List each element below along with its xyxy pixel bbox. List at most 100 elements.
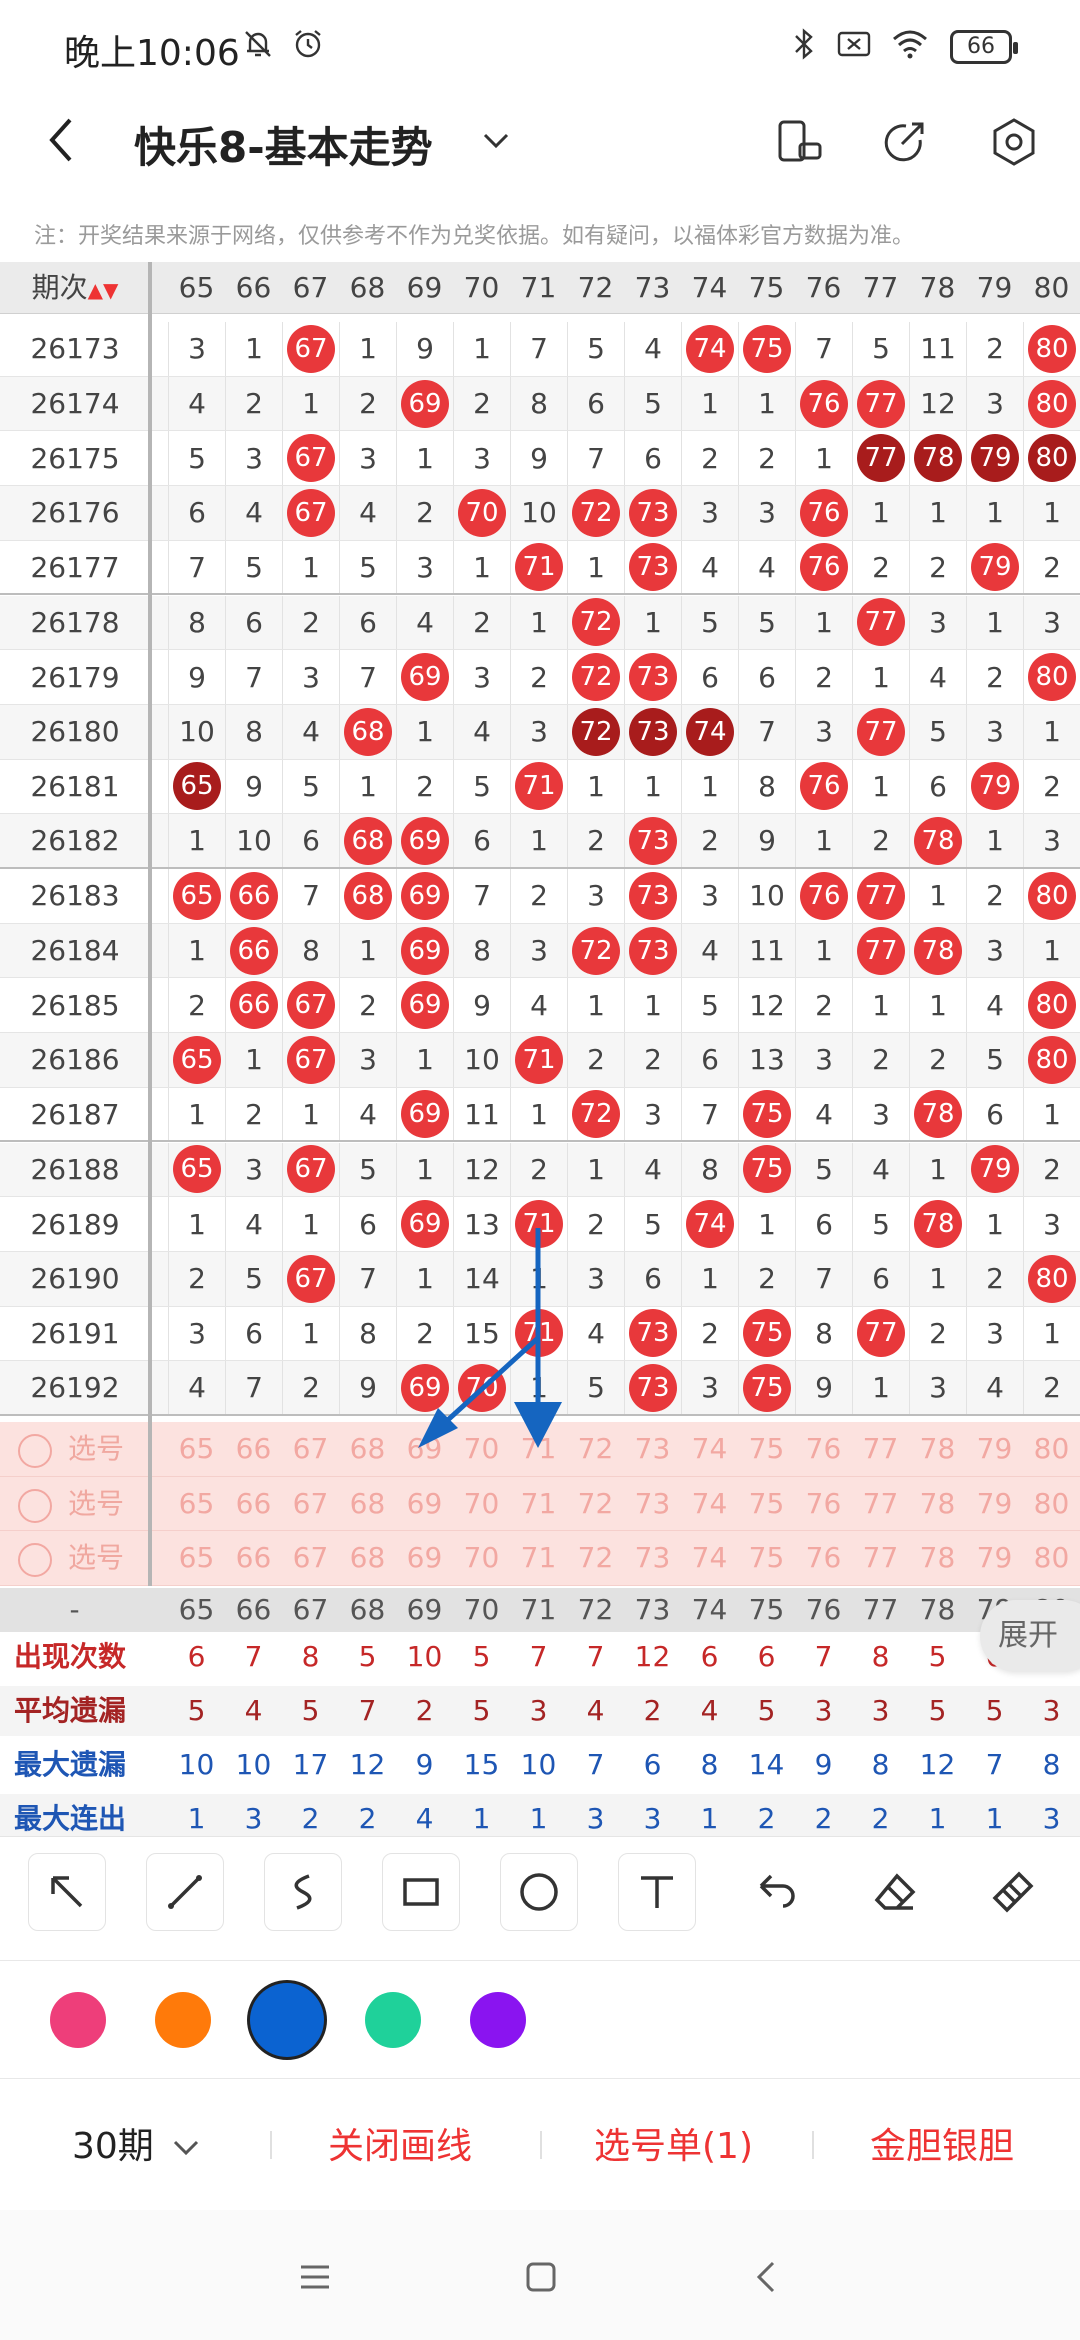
pick-number-cell[interactable]: 72 [567, 1531, 624, 1585]
pick-number-cell[interactable]: 74 [681, 1531, 738, 1585]
pick-number-cell[interactable]: 71 [510, 1422, 567, 1476]
share-button[interactable] [874, 112, 934, 172]
pick-number-cell[interactable]: 79 [966, 1477, 1023, 1531]
pick-number-cell[interactable]: 66 [225, 1531, 282, 1585]
pick-number-cell[interactable]: 68 [339, 1531, 396, 1585]
settings-button[interactable] [984, 112, 1044, 172]
miss-count-cell: 2 [396, 759, 453, 814]
home-nav-button[interactable] [516, 2252, 566, 2302]
line-tool[interactable] [146, 1853, 224, 1931]
pick-number-cell[interactable]: 71 [510, 1477, 567, 1531]
clear-tool[interactable] [974, 1853, 1052, 1931]
pick-number-cell[interactable]: 76 [795, 1531, 852, 1585]
pick-radio-button[interactable] [18, 1488, 52, 1523]
miss-count-cell: 14 [453, 1251, 510, 1306]
screen-rotate-button[interactable] [770, 112, 830, 172]
undo-icon [759, 1874, 795, 1908]
miss-count-cell: 3 [282, 650, 339, 704]
pick-number-cell[interactable]: 68 [339, 1477, 396, 1531]
pick-number-cell[interactable]: 66 [225, 1477, 282, 1531]
miss-count-cell: 2 [396, 1306, 453, 1361]
pick-number-cell[interactable]: 80 [1023, 1422, 1080, 1476]
color-swatch[interactable] [250, 1983, 324, 2057]
pick-label: 选号 [68, 1486, 125, 1520]
menu-nav-button[interactable] [290, 2252, 340, 2302]
pick-number-cell[interactable]: 73 [624, 1477, 681, 1531]
pick-list-button[interactable]: 选号单(1) [594, 2117, 753, 2169]
stats-value: 6 [700, 1640, 719, 1673]
undo-tool[interactable] [738, 1853, 816, 1931]
stats-value: 1 [529, 1802, 548, 1835]
pick-number-cell[interactable]: 79 [966, 1422, 1023, 1476]
pick-number-cell[interactable]: 74 [681, 1477, 738, 1531]
pick-number-cell[interactable]: 69 [396, 1477, 453, 1531]
color-swatch[interactable] [470, 1992, 526, 2048]
pick-number-cell[interactable]: 65 [168, 1422, 225, 1476]
circle-tool[interactable] [500, 1853, 578, 1931]
miss-count-cell: 2 [567, 1033, 624, 1087]
back-button[interactable] [40, 110, 100, 174]
pick-number-cell[interactable]: 65 [168, 1477, 225, 1531]
pick-radio-button[interactable] [18, 1543, 52, 1578]
miss-count-cell: 4 [339, 486, 396, 540]
pick-number-cell[interactable]: 73 [624, 1531, 681, 1585]
period-cell: 26188 [30, 1152, 120, 1186]
pick-radio-button[interactable] [18, 1434, 52, 1468]
pick-number-cell[interactable]: 73 [624, 1422, 681, 1476]
title-dropdown-button[interactable] [470, 114, 522, 166]
pick-number-cell[interactable]: 69 [396, 1531, 453, 1585]
pick-number-cell[interactable]: 77 [852, 1477, 909, 1531]
expand-button[interactable]: 展开 [980, 1600, 1080, 1672]
pick-number-cell[interactable]: 78 [909, 1477, 966, 1531]
close-drawing-button[interactable]: 关闭画线 [328, 2117, 472, 2169]
pick-number-cell[interactable]: 72 [567, 1422, 624, 1476]
pick-number-cell[interactable]: 80 [1023, 1477, 1080, 1531]
pick-number-cell[interactable]: 65 [168, 1531, 225, 1585]
pick-number-cell[interactable]: 69 [396, 1422, 453, 1476]
pick-number-cell[interactable]: 67 [282, 1477, 339, 1531]
gold-silver-button[interactable]: 金胆银胆 [870, 2117, 1014, 2169]
period-count-selector[interactable]: 30期 [72, 2117, 201, 2169]
miss-count-cell: 1 [852, 759, 909, 814]
color-swatch[interactable] [155, 1992, 211, 2048]
pick-number-cell[interactable]: 70 [453, 1477, 510, 1531]
pick-number-cell[interactable]: 71 [510, 1531, 567, 1585]
miss-count-cell: 1 [1023, 1306, 1080, 1361]
rectangle-tool[interactable] [382, 1853, 460, 1931]
pick-number-cell[interactable]: 68 [339, 1422, 396, 1476]
pick-number-cell[interactable]: 66 [225, 1422, 282, 1476]
eraser-tool[interactable] [856, 1853, 934, 1931]
curve-tool[interactable] [264, 1853, 342, 1931]
pick-number-cell[interactable]: 80 [1023, 1531, 1080, 1585]
period-sort-header[interactable]: 期次▲▼ [0, 262, 150, 314]
pick-number-cell[interactable]: 72 [567, 1477, 624, 1531]
pick-number-cell[interactable]: 67 [282, 1422, 339, 1476]
pick-number-cell[interactable]: 75 [738, 1477, 795, 1531]
color-swatch[interactable] [50, 1992, 106, 2048]
miss-count-cell: 3 [339, 1033, 396, 1087]
pick-number-cell[interactable]: 79 [966, 1531, 1023, 1585]
pick-number-cell[interactable]: 78 [909, 1531, 966, 1585]
miss-count-cell: 1 [795, 595, 852, 650]
drawn-number-ball: 74 [681, 704, 738, 759]
pick-number-cell[interactable]: 75 [738, 1531, 795, 1585]
pick-number-cell[interactable]: 70 [453, 1531, 510, 1585]
pick-number-cell[interactable]: 76 [795, 1477, 852, 1531]
pick-number-cell[interactable]: 74 [681, 1422, 738, 1476]
pick-number-cell[interactable]: 67 [282, 1531, 339, 1585]
pick-number-cell[interactable]: 77 [852, 1422, 909, 1476]
pick-number-cell[interactable]: 75 [738, 1422, 795, 1476]
color-swatch[interactable] [365, 1992, 421, 2048]
pick-number-cell[interactable]: 77 [852, 1531, 909, 1585]
miss-count-cell: 2 [339, 376, 396, 431]
miss-count-cell: 8 [168, 595, 225, 650]
pick-number-cell[interactable]: 78 [909, 1422, 966, 1476]
miss-count-cell: 4 [168, 1361, 225, 1414]
back-nav-button[interactable] [742, 2252, 792, 2302]
period-cell: 26179 [30, 660, 120, 694]
pick-number-cell[interactable]: 76 [795, 1422, 852, 1476]
text-tool[interactable] [618, 1853, 696, 1931]
pick-number-cell[interactable]: 70 [453, 1422, 510, 1476]
arrow-tool[interactable] [28, 1853, 106, 1931]
drawn-number-ball: 71 [510, 1197, 567, 1251]
